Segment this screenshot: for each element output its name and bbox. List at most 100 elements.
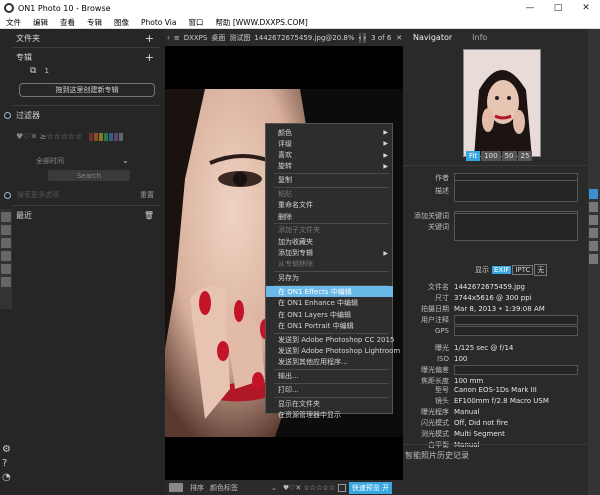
color-filter-swatch[interactable] — [119, 132, 124, 141]
sort-button[interactable]: 排序 — [187, 483, 207, 493]
menu-help[interactable]: 帮助 [WWW.DXXPS.COM] — [209, 17, 313, 28]
color-filter-swatch[interactable] — [89, 132, 94, 141]
navigator-thumbnail[interactable] — [463, 49, 541, 157]
filter-header[interactable]: 过滤器 — [0, 109, 162, 121]
color-filter-swatch[interactable] — [99, 132, 104, 141]
browse-module-icon[interactable] — [589, 189, 598, 199]
context-menu-item[interactable]: 在 ON1 Enhance 中编辑 — [266, 298, 393, 309]
context-menu-item[interactable]: 另存为 — [266, 273, 393, 284]
color-filter-bars[interactable] — [89, 132, 124, 141]
filter-rating-row[interactable]: ♥♡✕ ≥☆☆☆☆☆ — [16, 132, 124, 141]
menu-icon[interactable]: ≡ — [172, 34, 182, 42]
gear-icon[interactable]: ⚙ — [2, 444, 11, 455]
albums-header[interactable]: 专辑 + — [0, 51, 162, 64]
chevron-down-icon[interactable]: ⌄ — [122, 156, 129, 165]
context-menu-item[interactable]: 评级 ▶ — [266, 138, 393, 149]
folders-header[interactable]: 文件夹 + — [0, 32, 162, 45]
drive-icon[interactable] — [1, 225, 11, 235]
drive-icon[interactable] — [1, 238, 11, 248]
menu-image[interactable]: 图像 — [108, 17, 135, 28]
context-menu-item[interactable]: 打印... — [266, 384, 393, 395]
menu-window[interactable]: 窗口 — [182, 17, 209, 28]
zoom-fit-button[interactable]: Fit — [466, 151, 481, 161]
zoom-100-button[interactable]: 100 — [481, 151, 501, 161]
description-field[interactable] — [454, 179, 578, 202]
color-filter-swatch[interactable] — [114, 132, 119, 141]
context-menu-item[interactable]: 加为收藏夹 — [266, 236, 393, 247]
breadcrumb-desktop[interactable]: 桌面 — [209, 33, 227, 43]
context-menu-item[interactable]: 旋转 ▶ — [266, 161, 393, 172]
zoom-25-button[interactable]: 25 — [517, 151, 533, 161]
tab-navigator[interactable]: Navigator — [403, 33, 462, 42]
context-menu-item[interactable]: 颜色 ▶ — [266, 127, 393, 138]
context-menu-item[interactable]: 在 ON1 Effects 中编辑 — [266, 286, 393, 298]
context-menu-item[interactable]: 输出... — [266, 371, 393, 382]
minimize-button[interactable]: — — [516, 0, 544, 16]
maximize-button[interactable]: □ — [544, 0, 572, 16]
recent-header[interactable]: 最近 🗑 — [0, 209, 162, 221]
menu-view[interactable]: 查看 — [54, 17, 81, 28]
keywords-field[interactable] — [454, 212, 578, 241]
context-menu-item[interactable]: 显示在文件夹 — [266, 398, 393, 409]
rating-control[interactable]: ♥♡✕ ☆☆☆☆☆ — [280, 484, 338, 492]
quick-preview-button[interactable]: 快速预览 开 — [348, 481, 393, 494]
context-menu-item[interactable]: 在 ON1 Portrait 中编辑 — [266, 320, 393, 331]
metadata-field[interactable] — [454, 314, 578, 325]
context-menu-item[interactable]: 发送到其他应用程序... — [266, 357, 393, 368]
zoom-50-button[interactable]: 50 — [501, 151, 517, 161]
trash-icon[interactable]: 🗑 — [144, 211, 154, 220]
context-menu-item[interactable]: 发送到 Adobe Photoshop Lightroom 6 — [266, 345, 407, 356]
smart-search-toggle-icon[interactable] — [4, 191, 11, 199]
metadata-field[interactable] — [454, 325, 578, 336]
filter-rating-symbols[interactable]: ♥♡✕ ≥☆☆☆☆☆ — [16, 132, 82, 141]
background-color-swatch[interactable] — [169, 483, 183, 492]
breadcrumb-dxxps[interactable]: DXXPS — [182, 34, 210, 42]
checkbox-icon[interactable] — [337, 483, 346, 492]
close-button[interactable]: ✕ — [572, 0, 600, 16]
color-filter-swatch[interactable] — [104, 132, 109, 141]
next-image-button[interactable]: › — [363, 32, 367, 43]
reset-button[interactable]: 重置 — [140, 190, 154, 200]
context-menu-item[interactable]: 在 ON1 Layers 中编辑 — [266, 309, 393, 320]
menu-edit[interactable]: 编辑 — [27, 17, 54, 28]
color-filter-swatch[interactable] — [94, 132, 99, 141]
previous-image-button[interactable]: ‹ — [358, 32, 362, 43]
color-filter-swatch[interactable] — [109, 132, 114, 141]
search-button[interactable]: Search — [48, 170, 130, 181]
enhance-module-icon[interactable] — [589, 254, 598, 264]
smart-search-row[interactable]: 搜索更多选项 重置 — [0, 189, 162, 201]
drive-icon[interactable] — [1, 251, 11, 261]
context-menu-item[interactable]: 发送到 Adobe Photoshop CC 2015 — [266, 334, 394, 345]
menu-file[interactable]: 文件 — [0, 17, 27, 28]
menu-photo-via[interactable]: Photo Via — [135, 18, 182, 27]
breadcrumb-test[interactable]: 测试图 — [227, 33, 252, 43]
context-menu-item[interactable]: 删除 — [266, 211, 393, 222]
filter-toggle-icon[interactable] — [4, 111, 11, 119]
effects-module-icon[interactable] — [589, 215, 598, 225]
metadata-field[interactable] — [454, 364, 578, 375]
context-menu-item[interactable]: 添加到专辑 ▶ — [266, 248, 393, 259]
iptc-button[interactable]: IPTC — [512, 265, 534, 275]
create-album-drop-button[interactable]: 拖到这里创建新专辑 — [19, 83, 155, 97]
settings-toggle-icon[interactable]: ◔ — [2, 472, 11, 483]
layers-module-icon[interactable] — [589, 228, 598, 238]
menu-album[interactable]: 专辑 — [81, 17, 108, 28]
path-back-icon[interactable]: ‹ — [165, 34, 172, 42]
drive-icon[interactable] — [1, 277, 11, 287]
drive-icon[interactable] — [1, 212, 11, 222]
exif-button[interactable]: EXIF — [492, 266, 512, 274]
context-menu-item[interactable]: 喜欢 ▶ — [266, 150, 393, 161]
chevron-down-icon[interactable]: ⌄ — [241, 484, 280, 492]
drive-icon[interactable] — [1, 264, 11, 274]
context-menu-item[interactable]: 复制 — [266, 175, 393, 186]
context-menu-item[interactable]: 重命名文件 — [266, 200, 393, 211]
tab-info[interactable]: Info — [462, 33, 497, 42]
none-button[interactable]: 无 — [534, 264, 548, 276]
help-icon[interactable]: ? — [2, 458, 11, 469]
color-tag-button[interactable]: 颜色标签 — [207, 483, 241, 493]
add-folder-icon[interactable]: + — [145, 32, 154, 45]
resize-module-icon[interactable] — [589, 241, 598, 251]
develop-module-icon[interactable] — [589, 202, 598, 212]
add-album-icon[interactable]: + — [145, 51, 154, 64]
context-menu-item[interactable]: 在资源管理器中显示 — [266, 409, 393, 420]
